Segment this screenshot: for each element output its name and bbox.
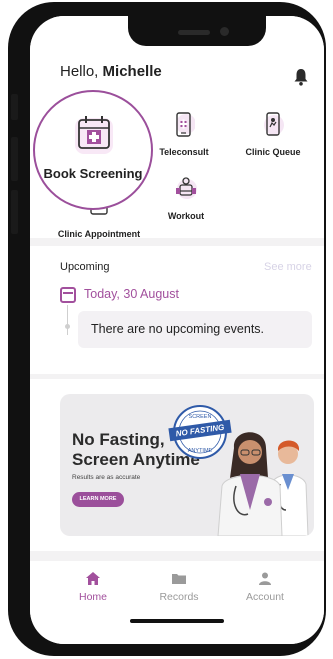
queue-phone-icon (264, 112, 284, 136)
empty-events-message: There are no upcoming events. (78, 311, 312, 348)
calendar-date-icon (60, 287, 76, 303)
timeline-line (67, 305, 68, 335)
person-icon (259, 572, 271, 585)
clinic-appointment-label: Clinic Appointment (57, 229, 141, 239)
phone-medical-icon (176, 112, 196, 137)
user-name: Michelle (102, 63, 162, 80)
tab-records-label: Records (159, 591, 199, 603)
see-more-link[interactable]: See more (264, 261, 312, 273)
banner-subtitle: Results are as accurate (72, 474, 141, 481)
teleconsult-label: Teleconsult (159, 147, 209, 157)
workout-button[interactable]: Workout (158, 176, 214, 221)
tab-account[interactable]: Account (230, 572, 300, 603)
learn-more-button[interactable]: LEARN MORE (72, 492, 124, 507)
home-icon (86, 572, 100, 585)
book-screening-button[interactable]: Book Screening (33, 90, 153, 210)
upcoming-date: Today, 30 August (84, 287, 179, 301)
clinic-queue-button[interactable]: Clinic Queue (238, 112, 308, 157)
badge-top-text: SCREEN (189, 414, 212, 420)
workout-label: Workout (167, 211, 205, 221)
app-screen: Hello, Michelle Teleconsult Clinic Queue… (30, 16, 324, 644)
fitness-icon (176, 177, 197, 199)
calendar-medical-icon (75, 116, 113, 154)
greeting-text: Hello, (60, 63, 99, 80)
front-camera (220, 27, 229, 36)
tab-records[interactable]: Records (144, 572, 214, 603)
teleconsult-button[interactable]: Teleconsult (154, 112, 214, 157)
speaker-grille (178, 30, 210, 35)
bell-icon[interactable] (294, 68, 308, 86)
volume-down-button (11, 190, 18, 234)
tab-home-label: Home (78, 591, 107, 603)
device-notch (128, 16, 266, 46)
promo-banner[interactable]: No Fasting, Screen Anytime Results are a… (60, 394, 314, 536)
phone-frame: Hello, Michelle Teleconsult Clinic Queue… (8, 2, 326, 656)
book-screening-label: Book Screening (43, 166, 143, 181)
upcoming-title: Upcoming (60, 261, 110, 273)
greeting: Hello, Michelle (60, 63, 162, 80)
tab-home[interactable]: Home (58, 572, 128, 603)
bottom-tab-bar: Home Records Account (30, 561, 324, 644)
home-indicator (130, 619, 224, 623)
clinic-queue-label: Clinic Queue (245, 147, 301, 157)
doctors-illustration (217, 432, 309, 536)
volume-up-button (11, 137, 18, 181)
folder-icon (172, 574, 186, 584)
timeline-dot (65, 324, 70, 329)
mute-switch (11, 94, 18, 120)
badge-bottom-text: ANYTIME (188, 448, 213, 454)
tab-account-label: Account (246, 591, 284, 603)
